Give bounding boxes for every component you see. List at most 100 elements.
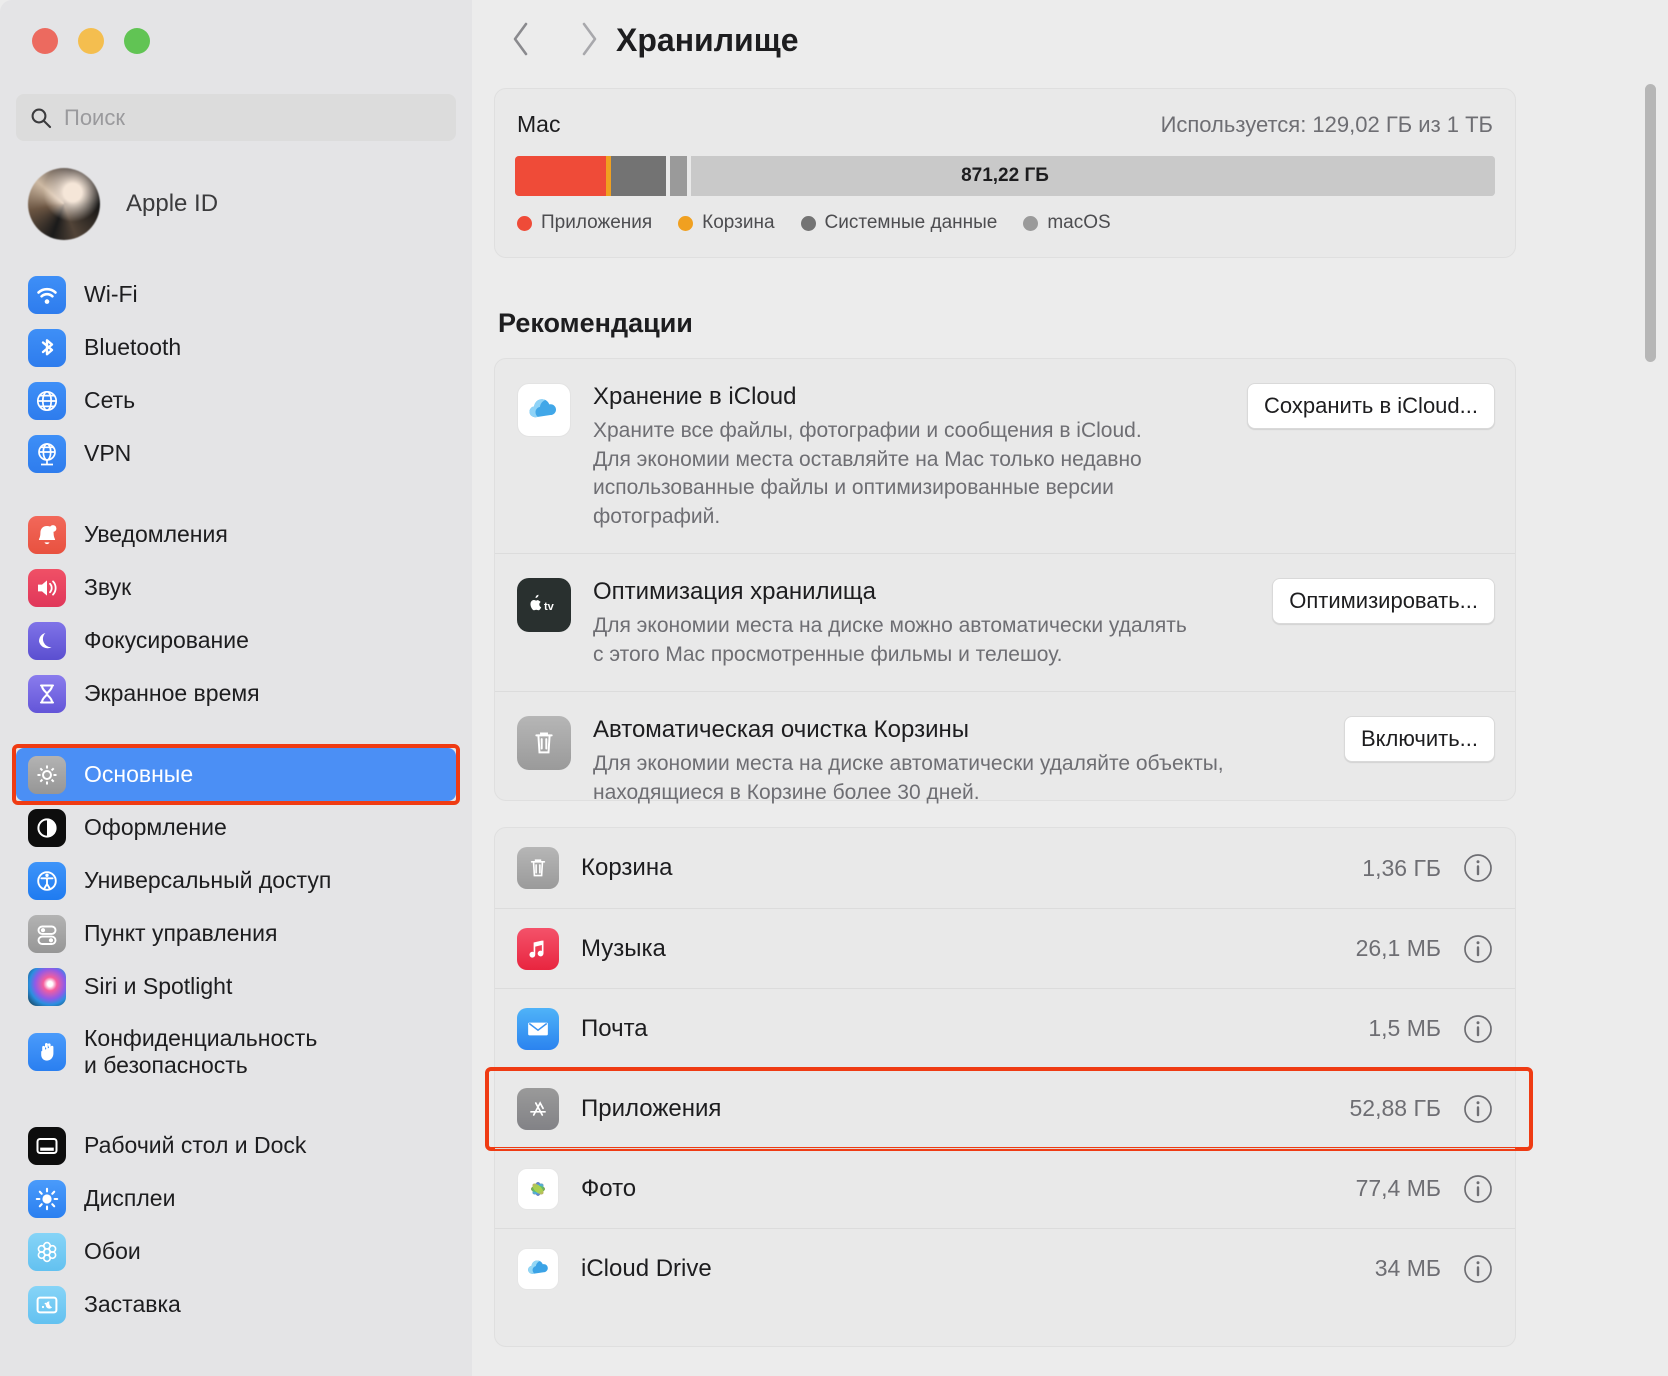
sidebar-group-network: Wi-Fi Bluetooth Сеть VPN bbox=[0, 268, 472, 480]
moon-icon bbox=[28, 621, 66, 660]
sidebar-item-vpn[interactable]: VPN bbox=[16, 427, 456, 480]
recommendations-title: Рекомендации bbox=[498, 308, 693, 338]
recommendation-title: Хранение в iCloud bbox=[593, 383, 797, 410]
legend-item-trash: Корзина bbox=[678, 212, 775, 234]
info-icon[interactable] bbox=[1463, 934, 1493, 964]
sidebar-item-label: Конфиденциальность и безопасность bbox=[84, 1024, 318, 1078]
table-row[interactable]: Приложения 52,88 ГБ bbox=[485, 1067, 1533, 1151]
legend-dot-trash bbox=[678, 215, 694, 231]
sidebar-item-label: Обои bbox=[84, 1237, 141, 1264]
hourglass-icon bbox=[28, 674, 66, 713]
enable-auto-trash-button[interactable]: Включить... bbox=[1343, 716, 1495, 763]
info-icon[interactable] bbox=[1463, 853, 1493, 883]
sidebar-item-privacy-security[interactable]: Конфиденциальность и безопасность bbox=[16, 1013, 456, 1091]
recommendation-title: Оптимизация хранилища bbox=[593, 578, 876, 606]
icloud-drive-icon bbox=[517, 1247, 559, 1290]
storage-overview-card: Mac Используется: 129,02 ГБ из 1 ТБ 871,… bbox=[494, 88, 1516, 258]
brightness-icon bbox=[28, 1179, 66, 1218]
sidebar-item-siri-spotlight[interactable]: Siri и Spotlight bbox=[16, 960, 456, 1013]
sidebar-item-general[interactable]: Основные bbox=[16, 748, 456, 801]
sidebar-item-displays[interactable]: Дисплеи bbox=[16, 1172, 456, 1225]
control-center-icon bbox=[28, 914, 66, 953]
legend-dot-macos bbox=[1023, 215, 1039, 231]
back-icon[interactable] bbox=[508, 18, 534, 60]
sidebar-item-label: Звук bbox=[84, 573, 132, 600]
item-label: Корзина bbox=[581, 854, 673, 881]
sidebar-divider bbox=[0, 480, 472, 508]
search-placeholder: Поиск bbox=[64, 104, 125, 130]
forward-icon[interactable] bbox=[576, 18, 602, 60]
apple-id-label: Apple ID bbox=[126, 190, 219, 217]
wallpaper-icon bbox=[28, 1232, 66, 1271]
legend-dot-system-data bbox=[800, 215, 816, 231]
info-icon[interactable] bbox=[1463, 1254, 1493, 1284]
recommendation-body: Автоматическая очистка Корзины Для эконо… bbox=[593, 716, 1233, 807]
apple-id-row[interactable]: Apple ID bbox=[28, 168, 218, 240]
sidebar-item-notifications[interactable]: Уведомления bbox=[16, 508, 456, 561]
recommendation-description: Для экономии места на диске можно автома… bbox=[593, 614, 1187, 666]
legend-item-apps: Приложения bbox=[517, 212, 652, 234]
sidebar-item-screentime[interactable]: Экранное время bbox=[16, 667, 456, 720]
mail-icon bbox=[517, 1007, 559, 1050]
legend-dot-apps bbox=[517, 215, 532, 231]
device-name: Mac bbox=[517, 111, 561, 137]
sidebar-item-screensaver[interactable]: Заставка bbox=[16, 1278, 456, 1331]
table-row[interactable]: Музыка 26,1 МБ bbox=[495, 908, 1515, 988]
gear-icon bbox=[28, 755, 66, 794]
sidebar-group-system: Уведомления Звук Фокусирование Экранное … bbox=[0, 508, 472, 720]
icloud-icon bbox=[517, 383, 571, 437]
sidebar-divider bbox=[0, 1091, 472, 1119]
sidebar-item-wallpaper[interactable]: Обои bbox=[16, 1225, 456, 1278]
svg-text:tv: tv bbox=[544, 601, 555, 613]
sidebar-item-sound[interactable]: Звук bbox=[16, 561, 456, 614]
sidebar-item-label: Сеть bbox=[84, 386, 136, 413]
table-row[interactable]: iCloud Drive 34 МБ bbox=[495, 1228, 1515, 1308]
sidebar-item-label: Уведомления bbox=[84, 520, 228, 547]
minimize-button[interactable] bbox=[78, 28, 104, 54]
page-title: Хранилище bbox=[616, 22, 799, 58]
close-button[interactable] bbox=[32, 28, 58, 54]
item-label: Фото bbox=[581, 1174, 637, 1202]
info-icon[interactable] bbox=[1463, 1094, 1493, 1124]
appearance-icon bbox=[28, 808, 66, 847]
sidebar-item-focus[interactable]: Фокусирование bbox=[16, 614, 456, 667]
sidebar-item-appearance[interactable]: Оформление bbox=[16, 801, 456, 854]
item-size: 1,5 МБ bbox=[1368, 1015, 1441, 1041]
sidebar-item-label: Siri и Spotlight bbox=[84, 972, 233, 999]
sidebar-item-label: Рабочий стол и Dock bbox=[84, 1131, 307, 1158]
trash-icon bbox=[517, 847, 559, 889]
system-settings-window: Поиск Apple ID Wi-Fi Bluetooth Сеть VPN … bbox=[0, 0, 1668, 1376]
table-row[interactable]: Почта 1,5 МБ bbox=[495, 988, 1515, 1068]
info-icon[interactable] bbox=[1463, 1014, 1493, 1044]
recommendations-card: Хранение в iCloud Храните все файлы, фот… bbox=[494, 358, 1516, 804]
accessibility-icon bbox=[28, 861, 66, 900]
sidebar-item-control-center[interactable]: Пункт управления bbox=[16, 907, 456, 960]
zoom-button[interactable] bbox=[124, 28, 150, 54]
info-icon[interactable] bbox=[1463, 1174, 1493, 1204]
sidebar-divider bbox=[0, 720, 472, 748]
sidebar-item-network[interactable]: Сеть bbox=[16, 374, 456, 427]
table-row[interactable]: Фото 77,4 МБ bbox=[495, 1148, 1515, 1228]
table-row[interactable]: Корзина 1,36 ГБ bbox=[495, 828, 1515, 908]
item-size: 26,1 МБ bbox=[1355, 935, 1441, 961]
desktop-dock-icon bbox=[28, 1126, 66, 1165]
storage-legend: Приложения Корзина Системные данные macO… bbox=[495, 196, 1515, 234]
trash-icon bbox=[517, 716, 571, 771]
optimize-button[interactable]: Оптимизировать... bbox=[1272, 578, 1495, 625]
item-size: 52,88 ГБ bbox=[1349, 1095, 1442, 1121]
save-to-icloud-button[interactable]: Сохранить в iCloud... bbox=[1247, 383, 1495, 429]
recommendation-row-icloud: Хранение в iCloud Храните все файлы, фот… bbox=[495, 359, 1515, 553]
sidebar-item-desktop-dock[interactable]: Рабочий стол и Dock bbox=[16, 1119, 456, 1172]
sidebar-item-wifi[interactable]: Wi-Fi bbox=[16, 268, 456, 321]
item-label: Приложения bbox=[581, 1094, 722, 1122]
search-field[interactable]: Поиск bbox=[16, 94, 456, 141]
sidebar-item-accessibility[interactable]: Универсальный доступ bbox=[16, 854, 456, 907]
main-scrollbar[interactable] bbox=[1645, 84, 1656, 362]
sidebar-item-bluetooth[interactable]: Bluetooth bbox=[16, 321, 456, 374]
recommendation-row-optimize: tv Оптимизация хранилища Для экономии ме… bbox=[495, 553, 1515, 691]
navigation-buttons bbox=[508, 18, 602, 60]
legend-label: macOS bbox=[1047, 212, 1111, 233]
recommendation-body: Оптимизация хранилища Для экономии места… bbox=[593, 578, 1233, 669]
bluetooth-icon bbox=[28, 328, 66, 367]
sidebar-item-label: Дисплеи bbox=[84, 1184, 176, 1211]
